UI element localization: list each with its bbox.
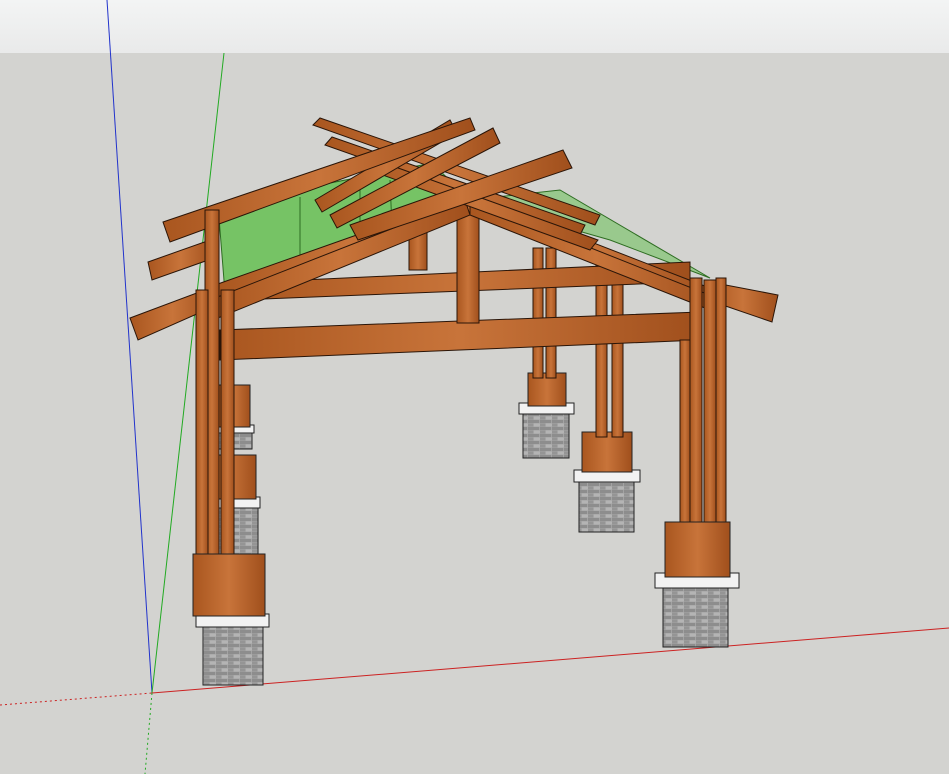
model-axes [0, 0, 949, 774]
red-axis-dotted [0, 692, 153, 706]
front-right-pier[interactable] [654, 521, 740, 648]
back-right-pier[interactable] [518, 372, 575, 459]
red-axis [151, 627, 949, 694]
front-left-pier[interactable] [192, 553, 270, 686]
model-viewport[interactable] [0, 0, 949, 774]
mid-right-pier[interactable] [573, 431, 641, 533]
blue-axis [106, 0, 153, 694]
green-axis-dotted [144, 692, 153, 774]
